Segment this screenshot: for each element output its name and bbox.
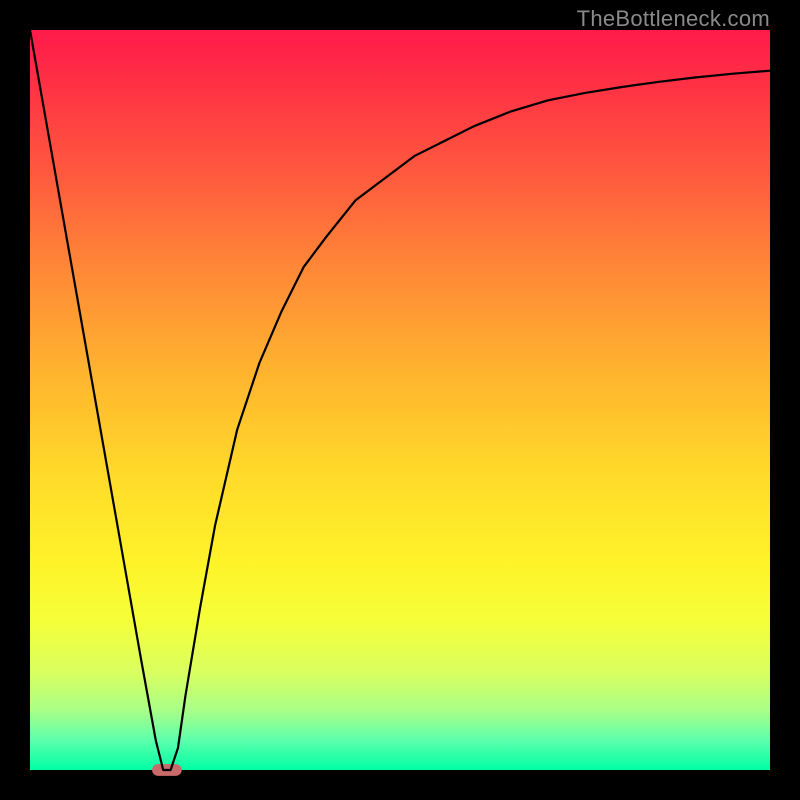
chart-frame: TheBottleneck.com	[0, 0, 800, 800]
watermark-text: TheBottleneck.com	[577, 6, 770, 32]
bottleneck-curve	[30, 30, 770, 770]
plot-area	[30, 30, 770, 770]
chart-svg	[30, 30, 770, 770]
